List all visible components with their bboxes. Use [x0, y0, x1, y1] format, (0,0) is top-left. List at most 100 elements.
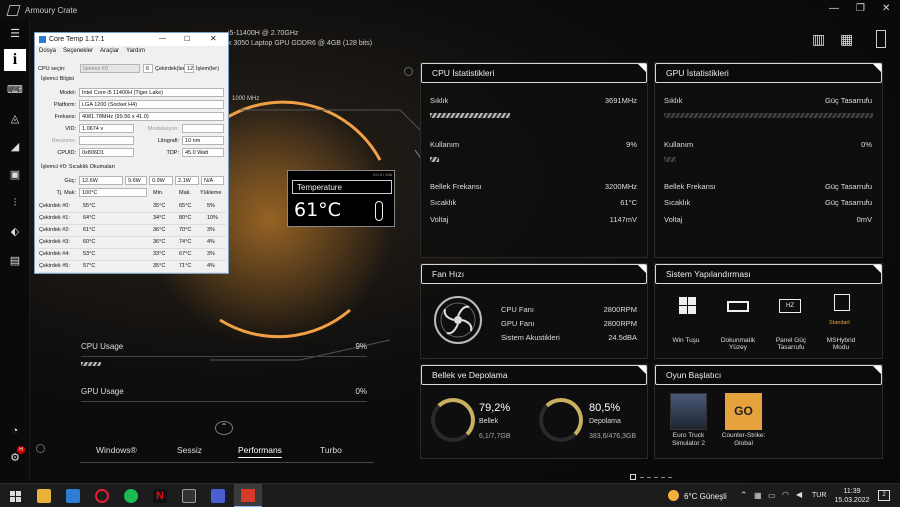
- gpu-usage-row: GPU Usage 0%: [81, 387, 367, 396]
- game-ets2-label[interactable]: Euro Truck Simulator 2: [660, 432, 717, 448]
- menu-file[interactable]: Dosya: [39, 48, 56, 54]
- config-item-touchpad[interactable]: Dokunmatik Yüzey: [715, 337, 761, 351]
- wifi-icon[interactable]: ◠: [782, 490, 789, 499]
- coretemp-close-button[interactable]: ✕: [210, 34, 217, 43]
- sidebar-item-device-icon[interactable]: ▣: [4, 163, 26, 185]
- sidebar-item-tag-icon[interactable]: ⬖: [4, 220, 26, 242]
- windows-start-icon[interactable]: [10, 491, 21, 502]
- touchpad-icon[interactable]: [727, 301, 749, 312]
- weather-text[interactable]: 6°C Güneşli: [684, 492, 727, 501]
- notification-center-icon[interactable]: 2: [878, 490, 890, 501]
- storage-detail: 383,6/476,3GB: [589, 433, 637, 440]
- lithography-label: Litografi:: [157, 138, 179, 144]
- sidebar-user-icon[interactable]: ◔: [4, 420, 26, 442]
- sidebar-item-aura-icon[interactable]: ◬: [4, 107, 26, 129]
- freq-tag: 1000 MHz: [232, 96, 260, 102]
- gpu-temp-value: Güç Tasarrufu: [825, 198, 872, 207]
- volume-icon[interactable]: ◀: [796, 490, 802, 499]
- page-indicator-active[interactable]: [630, 474, 636, 480]
- panel-power-save-icon[interactable]: HZ: [779, 299, 801, 313]
- taskbar-app-icon[interactable]: [182, 489, 196, 503]
- model-label: Model:: [59, 90, 76, 96]
- netflix-icon[interactable]: N: [153, 489, 167, 503]
- col-load: Yükleme: [200, 190, 222, 196]
- maximize-button[interactable]: ❐: [856, 3, 865, 14]
- config-item-win-key[interactable]: Win Tuşu: [665, 337, 707, 344]
- menu-help[interactable]: Yardım: [126, 48, 145, 54]
- mode-turbo-button[interactable]: Turbo: [320, 445, 342, 455]
- gpu-memfreq-row: Bellek Frekansı Güç Tasarrufu: [664, 182, 872, 191]
- tray-app-icon[interactable]: ▦: [754, 491, 762, 500]
- mode-silent-button[interactable]: Sessiz: [177, 445, 202, 455]
- core-temp: 55°C: [83, 203, 96, 209]
- gpu-temp-row: Sıcaklık Güç Tasarrufu: [664, 198, 872, 207]
- layout-grid-icon[interactable]: ▥: [812, 31, 825, 48]
- clock[interactable]: 11:39 15.03.2022: [832, 487, 872, 505]
- sidebar-item-keyboard-icon[interactable]: ⌨: [4, 78, 26, 100]
- menu-tools[interactable]: Araçlar: [100, 48, 119, 54]
- coretemp-menu-bar: Dosya Seçenekler Araçlar Yardım: [35, 46, 228, 56]
- cpu-stats-panel: CPU İstatistikleri Sıklık 3691MHz Kullanı…: [420, 62, 648, 258]
- core-max: 74°C: [179, 239, 192, 245]
- mode-performance-button[interactable]: Performans: [238, 445, 282, 458]
- ets2-game-icon[interactable]: [670, 393, 707, 430]
- sidebar-item-home[interactable]: i: [4, 49, 26, 71]
- core-temp: 64°C: [83, 215, 96, 221]
- sidebar-item-news-icon[interactable]: ▤: [4, 249, 26, 271]
- cpu-fan-value: 2800RPM: [603, 305, 637, 314]
- file-explorer-icon[interactable]: [37, 489, 51, 503]
- coretemp-minimize-button[interactable]: —: [159, 35, 166, 42]
- memory-pct: 79,2%: [479, 402, 511, 414]
- storage-gauge-icon: [539, 398, 583, 442]
- opera-icon[interactable]: [95, 489, 109, 503]
- gpu-memfreq-value: Güç Tasarrufu: [825, 182, 872, 191]
- mode-selector-knob-icon[interactable]: ⌃: [215, 421, 233, 435]
- core-min: 34°C: [153, 215, 166, 221]
- mail-icon[interactable]: [66, 489, 80, 503]
- sidebar-item-gamevisual-icon[interactable]: ◢: [4, 135, 26, 157]
- tray-chevron-icon[interactable]: ⌃: [740, 490, 748, 501]
- mshybrid-icon[interactable]: [834, 294, 850, 311]
- spotify-icon[interactable]: [124, 489, 138, 503]
- core-row: Çekirdek #5: 57°C 35°C 71°C 4%: [39, 261, 226, 273]
- gpu-usage-stat-label: Kullanım: [664, 140, 694, 149]
- temp-widget-label: Temperature: [292, 180, 392, 194]
- csgo-game-icon[interactable]: GO: [725, 393, 762, 430]
- gpu-freq-row: Sıklık Güç Tasarrufu: [664, 96, 872, 105]
- taskbar-coretemp-active[interactable]: [234, 484, 262, 507]
- coretemp-logo-icon: [39, 36, 46, 43]
- temp-readings-heading: İşlemci #0: Sıcaklık Okumaları: [41, 164, 115, 170]
- memory-gauge-icon: [431, 398, 475, 442]
- report-icon[interactable]: ▦: [840, 31, 853, 48]
- core-max: 71°C: [179, 263, 192, 269]
- cpu-volt-label: Voltaj: [430, 215, 449, 224]
- coretemp-title-bar: Core Temp 1.17.1 — ☐ ✕: [35, 33, 228, 46]
- language-indicator[interactable]: TUR: [812, 492, 826, 499]
- modulation-label: Modülasyon:: [147, 126, 179, 132]
- menu-options[interactable]: Seçenekler: [63, 48, 93, 54]
- tjmax-value: 100°C: [79, 188, 147, 197]
- close-button[interactable]: ✕: [882, 3, 890, 14]
- thermometer-icon: [375, 201, 383, 221]
- device-mode-icon[interactable]: [876, 30, 886, 48]
- app-title: Armoury Crate: [25, 5, 78, 15]
- config-item-mshybrid[interactable]: MSHybrid Modu: [819, 337, 863, 351]
- sidebar-settings-gear-icon[interactable]: ⚙ H: [4, 446, 26, 468]
- config-title: Sistem Yapılandırması: [655, 264, 882, 284]
- sidebar-item-settings-sliders-icon[interactable]: ⫶: [4, 192, 26, 214]
- lithography-value: 10 nm: [182, 136, 224, 145]
- minimize-button[interactable]: —: [829, 3, 839, 14]
- memory-detail: 6,1/7,7GB: [479, 433, 511, 440]
- menu-icon[interactable]: ☰: [4, 22, 26, 44]
- tjmax-label: Tj. Mak:: [56, 190, 76, 196]
- taskbar-app2-icon[interactable]: [211, 489, 225, 503]
- game-csgo-label[interactable]: Counter-Strike: Global: [715, 432, 772, 448]
- windows-key-icon[interactable]: [679, 297, 696, 314]
- coretemp-maximize-button[interactable]: ☐: [184, 35, 190, 43]
- mode-windows-button[interactable]: Windows®: [96, 445, 137, 455]
- battery-icon[interactable]: ▭: [768, 491, 776, 500]
- col-min: Min.: [153, 190, 164, 196]
- cpu-select-dropdown[interactable]: İşlemci #0: [80, 64, 140, 73]
- config-item-panel-power[interactable]: Panel Güç Tasarrufu: [769, 337, 813, 351]
- coretemp-window: Core Temp 1.17.1 — ☐ ✕ Dosya Seçenekler …: [34, 32, 229, 274]
